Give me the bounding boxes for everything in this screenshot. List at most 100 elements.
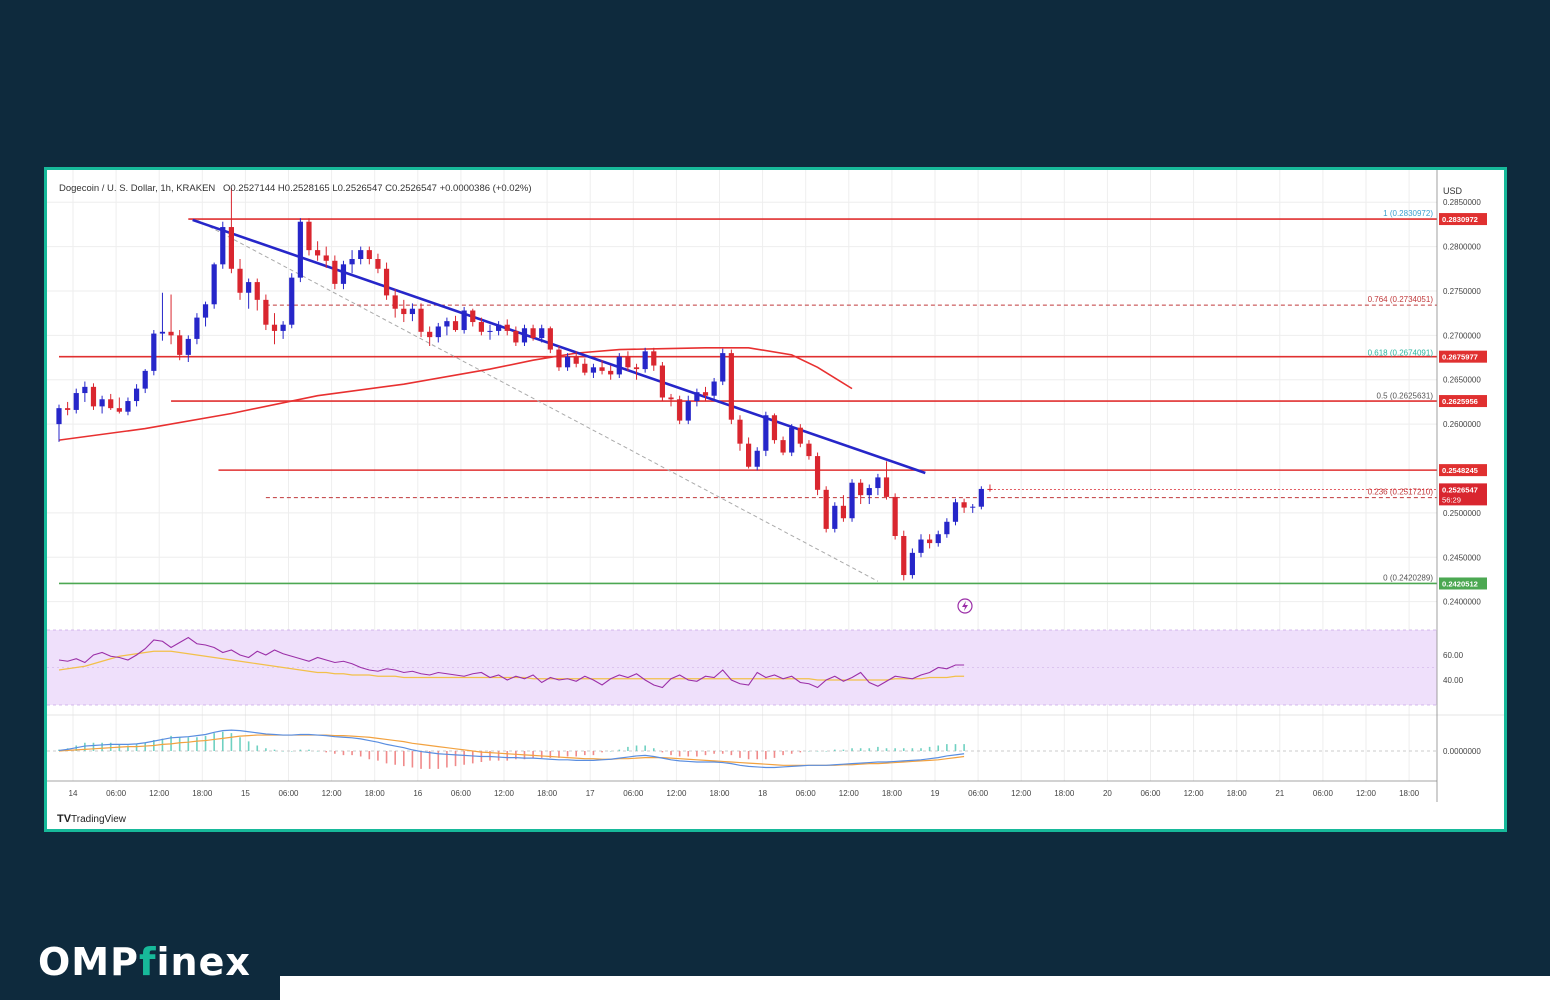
macd-histogram-bar — [696, 751, 698, 757]
macd-histogram-bar — [213, 733, 215, 751]
macd-histogram-bar — [471, 751, 474, 764]
candle — [883, 461, 890, 500]
price-tick-label: 0.2700000 — [1443, 331, 1481, 340]
candle-body — [228, 227, 234, 269]
fib-label: 0 (0.2420289) — [1383, 574, 1433, 583]
candle-body — [573, 356, 579, 364]
candle — [202, 301, 209, 327]
candle — [849, 479, 855, 522]
candle-body — [263, 299, 269, 325]
candle-body — [883, 477, 890, 497]
time-tick-label: 18:00 — [1054, 789, 1075, 798]
omp-finex-logo[interactable]: OMPfinex — [38, 938, 251, 986]
candle — [82, 381, 88, 402]
price-tick-label: 0.2500000 — [1443, 509, 1481, 518]
macd-histogram-bar — [773, 751, 776, 758]
candle-body — [366, 250, 372, 260]
candle-body — [677, 399, 683, 421]
macd-histogram-bar — [799, 751, 802, 753]
candle-body — [470, 310, 476, 323]
overlays: 1 (0.2830972) 0.764 (0.2734051) 0.618 (0.2… — [58, 209, 1437, 585]
rsi-tick-label: 40.00 — [1443, 676, 1464, 685]
macd-histogram-bar — [463, 751, 465, 765]
price-chart[interactable]: 1 (0.2830972) 0.764 (0.2734051) 0.618 (0.2… — [47, 170, 1504, 829]
candle — [814, 452, 821, 496]
candle-body — [866, 488, 872, 496]
macd-histogram-bar — [92, 742, 95, 751]
logo-text-inex: inex — [156, 940, 251, 984]
tradingview-logo[interactable]: TV TradingView — [57, 813, 127, 825]
macd-histogram-bar — [566, 751, 569, 757]
candle-body — [194, 317, 200, 339]
candle-body — [547, 328, 553, 350]
macd-histogram-bar — [877, 746, 879, 751]
macd-histogram-bar — [316, 751, 319, 752]
time-tick-label: 12:00 — [1011, 789, 1032, 798]
candle-body — [375, 259, 381, 269]
candle — [642, 347, 648, 373]
macd-histogram-bar — [859, 748, 862, 751]
candle-body — [952, 502, 959, 522]
time-tick-label: 06:00 — [968, 789, 989, 798]
candle-body — [392, 295, 398, 309]
rsi-tick-label: 60.00 — [1443, 651, 1464, 660]
macd-histogram-bar — [825, 751, 827, 752]
candle — [564, 353, 571, 371]
candle-body — [246, 282, 252, 293]
candle — [220, 221, 226, 269]
time-tick-label: 14 — [69, 789, 78, 798]
candle — [987, 484, 993, 492]
candle — [358, 246, 364, 265]
macd-histogram-bar — [902, 748, 905, 751]
macd-histogram-bar — [920, 748, 922, 751]
macd-histogram-bar — [101, 742, 103, 751]
candle-body — [530, 328, 536, 339]
level-badge-label: 0.2420512 — [1442, 579, 1478, 588]
macd-histogram-bar — [747, 751, 750, 760]
candle-body — [125, 401, 131, 412]
macd-histogram-bar — [816, 751, 819, 752]
candle — [461, 306, 467, 334]
candle — [608, 365, 614, 380]
candle — [892, 493, 898, 540]
macd-histogram-bar — [575, 751, 577, 757]
candle-body — [332, 260, 338, 284]
time-tick-label: 12:00 — [1184, 789, 1205, 798]
logo-text-omp: OMP — [38, 940, 139, 984]
candle — [444, 317, 450, 336]
candle — [392, 289, 398, 318]
candle — [73, 388, 79, 414]
time-tick-label: 12:00 — [839, 789, 860, 798]
candle-body — [582, 363, 588, 373]
fib-label: 0.618 (0.2674091) — [1368, 348, 1434, 357]
candle — [875, 473, 881, 496]
price-tick-label: 0.2750000 — [1443, 287, 1481, 296]
candle-body — [633, 367, 640, 370]
time-tick-label: 12:00 — [149, 789, 170, 798]
candle-body — [306, 221, 312, 251]
candle — [254, 278, 260, 311]
macd-histogram-bar — [756, 751, 759, 760]
lightning-icon[interactable] — [957, 598, 973, 614]
candle — [521, 324, 528, 347]
candle-body — [133, 388, 140, 402]
candle-body — [978, 488, 984, 507]
candle — [935, 530, 941, 547]
macd-histogram-bar — [144, 742, 146, 751]
level-badge-label: 0.2675977 — [1442, 353, 1478, 362]
candle-body — [90, 386, 97, 407]
candle — [228, 187, 234, 274]
macd-histogram-bar — [670, 751, 672, 756]
time-tick-label: 18:00 — [192, 789, 213, 798]
candle — [728, 349, 734, 425]
candle-body — [599, 367, 605, 371]
candle — [806, 440, 812, 460]
macd-histogram-bar — [592, 751, 595, 756]
macd-histogram-bar — [135, 744, 138, 751]
macd-histogram-bar — [808, 751, 810, 752]
macd-histogram-bar — [885, 748, 888, 751]
candle — [720, 348, 726, 386]
candle — [651, 347, 657, 371]
candle-body — [539, 328, 545, 339]
candle-body — [935, 534, 941, 544]
